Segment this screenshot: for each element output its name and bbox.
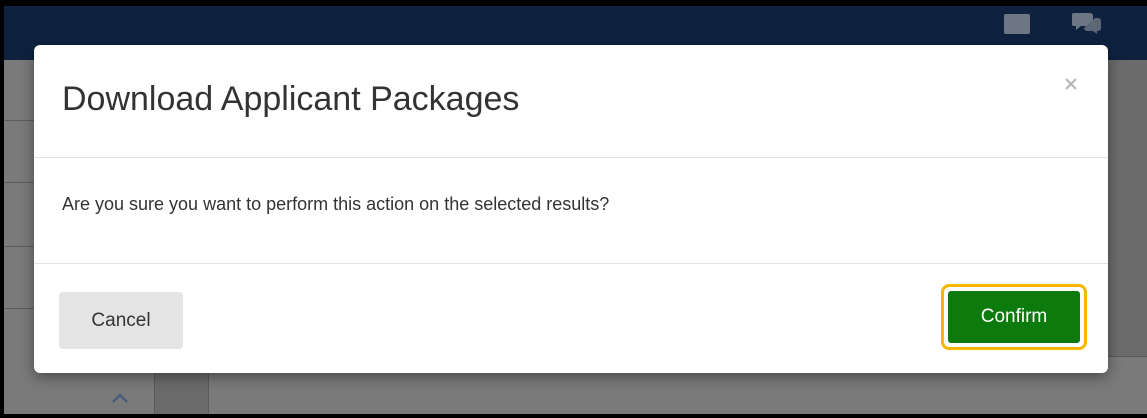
cancel-button[interactable]: Cancel	[59, 292, 183, 349]
dialog-header: Download Applicant Packages	[34, 45, 1108, 158]
calendar-icon[interactable]	[1004, 14, 1030, 34]
chat-icon[interactable]	[1072, 10, 1102, 34]
dialog-message: Are you sure you want to perform this ac…	[62, 194, 610, 214]
confirm-button[interactable]: Confirm	[948, 291, 1080, 343]
dialog-body: Are you sure you want to perform this ac…	[34, 158, 1108, 264]
dialog-title: Download Applicant Packages	[62, 80, 520, 118]
close-icon[interactable]	[1060, 73, 1082, 95]
chevron-up-icon[interactable]	[111, 390, 129, 408]
confirm-dialog: Download Applicant Packages Are you sure…	[34, 45, 1108, 373]
